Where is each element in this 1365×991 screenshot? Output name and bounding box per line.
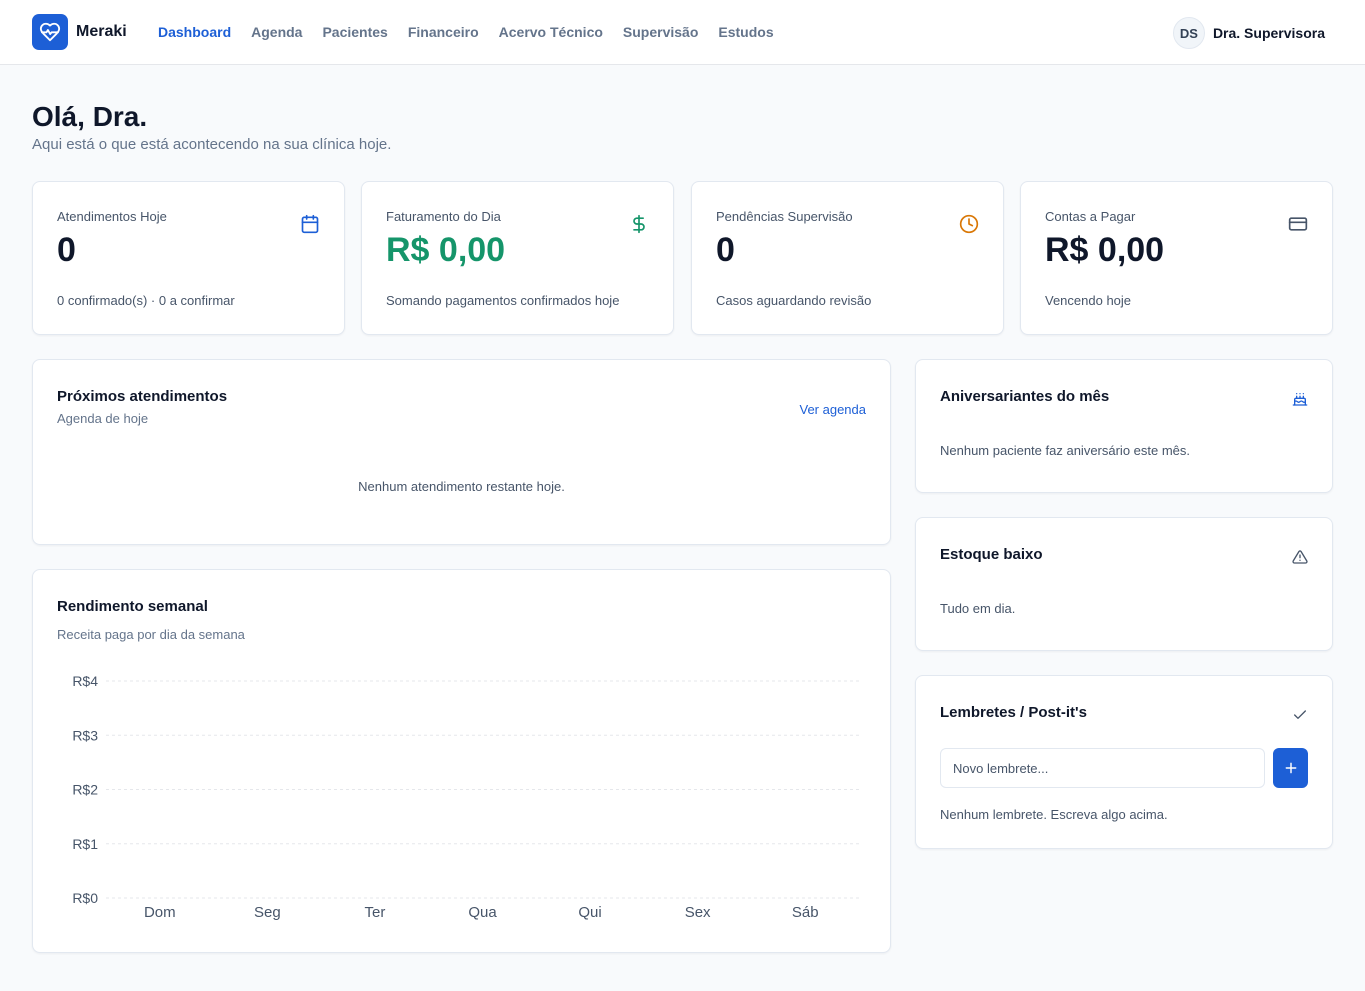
section-title: Lembretes / Post-it's: [940, 704, 1087, 721]
stat-card-payables: Contas a Pagar R$ 0,00 Vencendo hoje: [1020, 181, 1333, 335]
empty-state: Nenhum atendimento restante hoje.: [358, 479, 565, 494]
stat-card-revenue: Faturamento do Dia R$ 0,00 Somando pagam…: [361, 181, 674, 335]
credit-card-icon: [1288, 214, 1308, 234]
clock-icon: [959, 214, 979, 234]
y-tick-label: R$3: [72, 727, 98, 743]
stat-value: 0: [716, 231, 735, 269]
warning-icon: [1292, 549, 1308, 570]
upcoming-appointments-card: Próximos atendimentos Agenda de hoje Ver…: [32, 359, 891, 545]
stat-sub: Casos aguardando revisão: [716, 293, 872, 308]
user-name: Dra. Supervisora: [1212, 25, 1325, 41]
check-icon: [1292, 707, 1308, 728]
nav-item-dashboard[interactable]: Dashboard: [158, 22, 231, 42]
section-title: Estoque baixo: [940, 546, 1043, 563]
x-tick-label: Qui: [578, 904, 601, 921]
stat-label: Faturamento do Dia: [386, 209, 501, 224]
stat-value: R$ 0,00: [1045, 231, 1165, 269]
cake-icon: [1292, 391, 1308, 412]
x-tick-label: Sáb: [792, 904, 819, 921]
brand[interactable]: Meraki: [32, 14, 127, 50]
x-tick-label: Ter: [365, 904, 386, 921]
stat-value: R$ 0,00: [386, 231, 506, 269]
weekly-revenue-card: Rendimento semanal Receita paga por dia …: [32, 569, 891, 953]
x-tick-label: Dom: [144, 904, 176, 921]
stat-sub: Somando pagamentos confirmados hoje: [386, 293, 620, 308]
nav-item-agenda[interactable]: Agenda: [251, 22, 302, 42]
view-agenda-link[interactable]: Ver agenda: [799, 402, 866, 417]
stat-label: Atendimentos Hoje: [57, 209, 167, 224]
stat-label: Contas a Pagar: [1045, 209, 1136, 224]
nav-item-acervo-tecnico[interactable]: Acervo Técnico: [499, 22, 603, 42]
y-tick-label: R$1: [72, 836, 98, 852]
user-menu[interactable]: DS Dra. Supervisora: [1172, 17, 1325, 49]
stat-card-supervision: Pendências Supervisão 0 Casos aguardando…: [691, 181, 1004, 335]
reminders-card: Lembretes / Post-it's Nenhum lembrete. E…: [915, 675, 1333, 849]
birthdays-card: Aniversariantes do mês Nenhum paciente f…: [915, 359, 1333, 493]
stat-sub: 0 confirmado(s) · 0 a confirmar: [57, 293, 235, 308]
plus-icon: [1285, 762, 1296, 774]
page-title: Olá, Dra.: [32, 101, 148, 132]
stat-sub: Vencendo hoje: [1045, 293, 1132, 308]
x-tick-label: Sex: [685, 904, 711, 921]
new-reminder-input[interactable]: [940, 748, 1265, 788]
section-subtitle: Agenda de hoje: [57, 411, 149, 426]
dollar-icon: [629, 214, 649, 234]
y-tick-label: R$2: [72, 782, 98, 798]
empty-state: Tudo em dia.: [940, 601, 1016, 616]
top-navbar: Meraki Dashboard Agenda Pacientes Financ…: [0, 0, 1365, 65]
stat-card-appointments: Atendimentos Hoje 0 0 confirmado(s) · 0 …: [32, 181, 345, 335]
low-stock-card: Estoque baixo Tudo em dia.: [915, 517, 1333, 651]
add-reminder-button[interactable]: [1273, 748, 1308, 788]
section-title: Aniversariantes do mês: [940, 388, 1110, 405]
empty-state: Nenhum paciente faz aniversário este mês…: [940, 443, 1191, 458]
nav-item-estudos[interactable]: Estudos: [718, 22, 773, 42]
weekly-revenue-chart: R$0 R$1 R$2 R$3 R$4 Dom Seg Ter Qua Qui Sex Sáb: [72, 673, 859, 921]
stat-label: Pendências Supervisão: [716, 209, 853, 224]
stat-value: 0: [57, 231, 76, 269]
main-nav: Dashboard Agenda Pacientes Financeiro Ac…: [158, 22, 774, 42]
x-tick-label: Seg: [254, 904, 281, 921]
brand-name: Meraki: [76, 23, 127, 40]
empty-state: Nenhum lembrete. Escreva algo acima.: [940, 807, 1168, 822]
nav-item-supervisao[interactable]: Supervisão: [623, 22, 698, 42]
calendar-icon: [300, 214, 320, 234]
y-tick-label: R$4: [72, 673, 98, 689]
nav-item-pacientes[interactable]: Pacientes: [322, 22, 387, 42]
y-tick-label: R$0: [72, 890, 98, 906]
greeting: Olá, Dra. Aqui está o que está acontecen…: [32, 100, 391, 153]
x-tick-label: Qua: [468, 904, 497, 921]
section-title: Próximos atendimentos: [57, 388, 228, 405]
avatar: DS: [1172, 17, 1205, 49]
heart-pulse-icon: [32, 14, 68, 50]
nav-item-financeiro[interactable]: Financeiro: [408, 22, 479, 42]
page-subtitle: Aqui está o que está acontecendo na sua …: [32, 136, 392, 153]
